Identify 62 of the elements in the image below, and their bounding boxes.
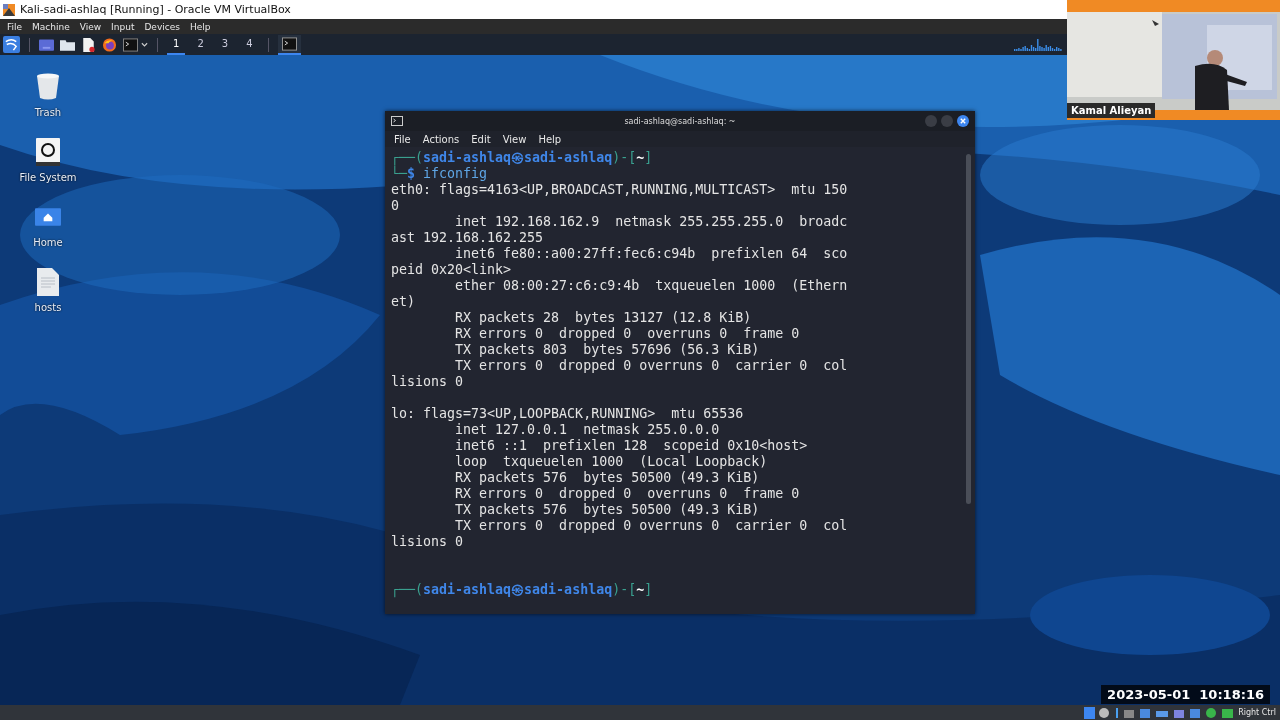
icon-label[interactable]: Trash xyxy=(34,107,62,118)
icon-label[interactable]: Home xyxy=(33,237,63,248)
caret-icon[interactable] xyxy=(141,41,148,48)
prompt-line: ┌──(sadi-ashlaq㉿sadi-ashlaq)-[~] xyxy=(391,150,653,166)
terminal-line: lisions 0 xyxy=(391,374,464,390)
menu-item[interactable]: Help xyxy=(189,21,211,32)
menu-item[interactable]: View xyxy=(502,133,527,145)
terminal-line: RX errors 0 dropped 0 overruns 0 frame 0 xyxy=(454,486,800,502)
terminal-line: RX packets 576 bytes 50500 (49.3 KiB) xyxy=(454,470,760,486)
terminal-line: et) xyxy=(391,294,416,310)
menu-item[interactable]: File xyxy=(394,133,411,145)
terminal-line: inet 127.0.0.1 netmask 255.0.0.0 xyxy=(454,422,720,438)
window-title: sadi-ashlaq@sadi-ashlaq: ~ xyxy=(624,116,736,126)
terminal-line: lo: flags=73<UP,LOOPBACK,RUNNING> mtu 65536 xyxy=(391,406,744,422)
terminal-icon[interactable] xyxy=(123,37,138,52)
window-title: Kali-sadi-ashlaq [Running] - Oracle VM VirtualBox xyxy=(20,3,291,16)
terminal-line: peid 0x20<link> xyxy=(391,262,512,278)
prompt-line: ┌──(sadi-ashlaq㉿sadi-ashlaq)-[~] xyxy=(391,582,653,598)
terminal-line: ether 08:00:27:c6:c9:4b txqueuelen 1000 (Ethern xyxy=(454,278,848,294)
workspace-tab[interactable]: 2 xyxy=(191,34,210,55)
terminal-line: eth0: flags=4163<UP,BROADCAST,RUNNING,MULTICAST> mtu 150 xyxy=(391,182,848,198)
activity-graph-drawing xyxy=(1014,38,1064,51)
terminal-icon xyxy=(391,116,403,126)
menu-item[interactable]: Machine xyxy=(32,21,70,32)
desktop-icon[interactable] xyxy=(39,37,54,52)
workspace-tab[interactable]: 3 xyxy=(215,34,235,55)
terminal-line: TX packets 576 bytes 50500 (49.3 KiB) xyxy=(454,502,760,518)
close-button[interactable] xyxy=(957,115,969,127)
terminal-line: TX errors 0 dropped 0 overruns 0 carrier 0 col xyxy=(454,518,848,534)
terminal-line: TX packets 803 bytes 57696 (56.3 KiB) xyxy=(454,342,760,358)
app-menu-icon[interactable] xyxy=(3,36,20,53)
terminal-line: loop txqueuelen 1000 (Local Loopback) xyxy=(454,454,768,470)
terminal-line: inet6 ::1 prefixlen 128 scopeid 0x10<host> xyxy=(454,438,808,454)
trash-icon[interactable] xyxy=(35,73,61,101)
terminal-line: inet6 fe80::a00:27ff:fec6:c94b prefixlen 64 sco xyxy=(454,246,848,262)
menu-item[interactable]: Input xyxy=(111,21,135,32)
terminal-line: RX errors 0 dropped 0 overruns 0 frame 0 xyxy=(454,326,800,342)
terminal-line: inet 192.168.162.9 netmask 255.255.255.0 broadc xyxy=(454,214,848,230)
menu-item[interactable]: View xyxy=(79,21,102,32)
scrollbar-thumb[interactable] xyxy=(966,154,971,504)
command-line: └─$ ifconfig xyxy=(391,166,488,182)
terminal-line: RX packets 28 bytes 13127 (12.8 KiB) xyxy=(454,310,752,326)
menu-item[interactable]: Help xyxy=(538,133,562,145)
folder-icon[interactable] xyxy=(60,37,75,52)
menu-item[interactable]: Devices xyxy=(144,21,180,32)
icon-label[interactable]: hosts xyxy=(34,302,62,313)
timestamp: 2023-05-01 10:18:16 xyxy=(1101,685,1270,704)
drive-icon[interactable] xyxy=(35,138,61,166)
taskbar-item[interactable] xyxy=(277,34,301,55)
document-icon[interactable] xyxy=(81,37,96,52)
terminal-line: 0 xyxy=(391,198,399,214)
menu-item[interactable]: Actions xyxy=(422,133,460,145)
terminal-line: TX errors 0 dropped 0 overruns 0 carrier 0 col xyxy=(454,358,848,374)
icon-label[interactable]: File System xyxy=(19,172,77,183)
menu-item[interactable]: File xyxy=(7,21,23,32)
terminal-line: ast 192.168.162.255 xyxy=(391,230,544,246)
terminal-line: lisions 0 xyxy=(391,534,464,550)
workspace-tab[interactable]: 4 xyxy=(240,34,259,55)
host-key-label: Right Ctrl xyxy=(1238,708,1276,717)
menu-item[interactable]: Edit xyxy=(471,133,491,145)
app-icon xyxy=(2,2,16,17)
browser-icon[interactable] xyxy=(102,37,117,52)
